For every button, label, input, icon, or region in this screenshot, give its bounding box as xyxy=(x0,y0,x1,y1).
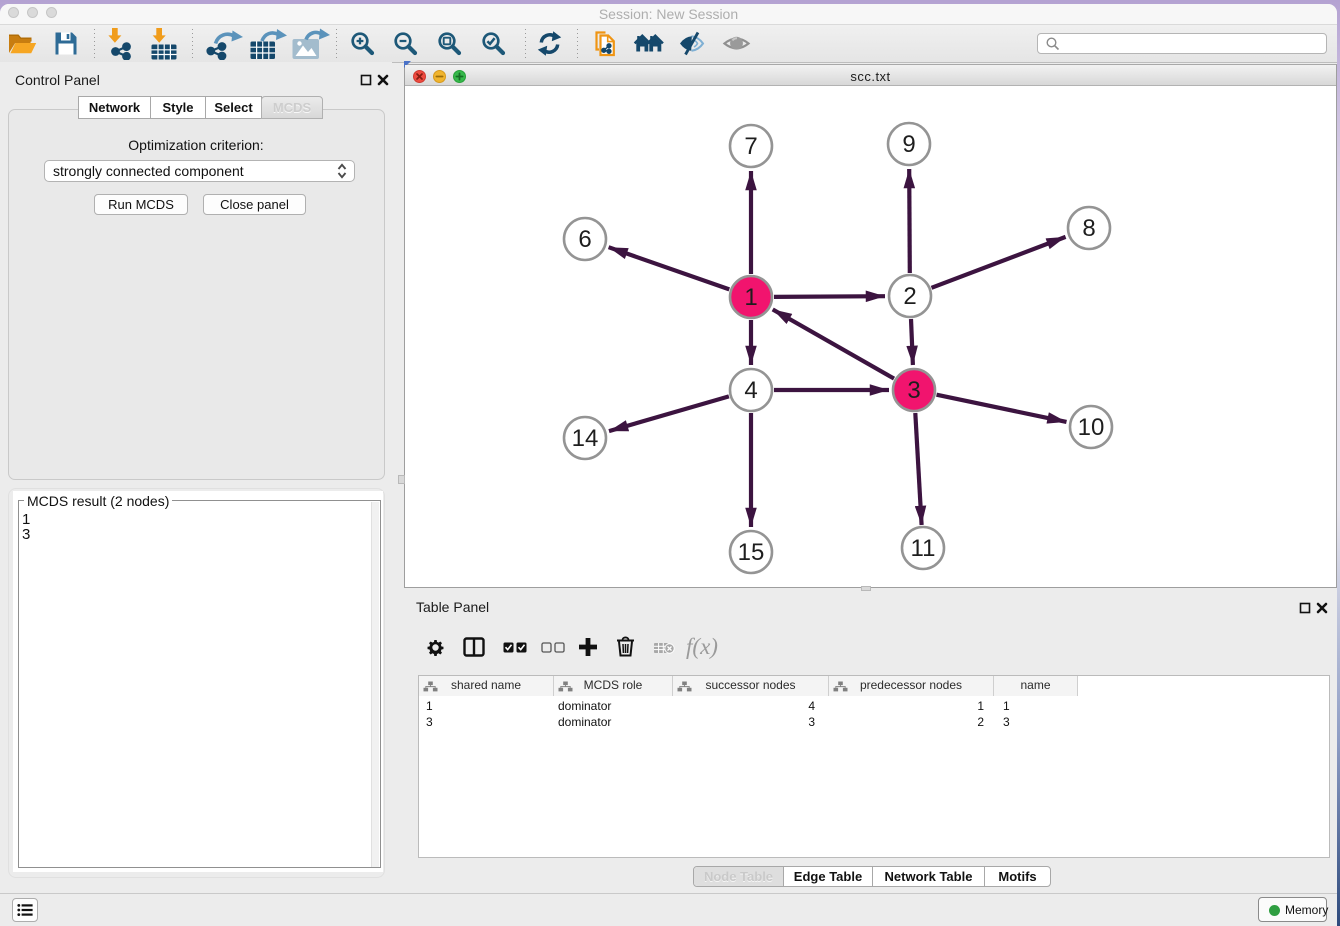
svg-text:4: 4 xyxy=(744,377,757,404)
svg-text:11: 11 xyxy=(911,535,936,562)
svg-text:14: 14 xyxy=(572,425,599,452)
svg-text:8: 8 xyxy=(1082,215,1095,242)
svg-text:9: 9 xyxy=(902,131,915,158)
svg-text:7: 7 xyxy=(744,133,757,160)
svg-text:2: 2 xyxy=(903,283,916,310)
svg-text:6: 6 xyxy=(578,226,591,253)
svg-text:1: 1 xyxy=(744,284,757,311)
svg-text:10: 10 xyxy=(1078,414,1105,441)
svg-text:3: 3 xyxy=(907,377,920,404)
svg-text:15: 15 xyxy=(738,539,765,566)
